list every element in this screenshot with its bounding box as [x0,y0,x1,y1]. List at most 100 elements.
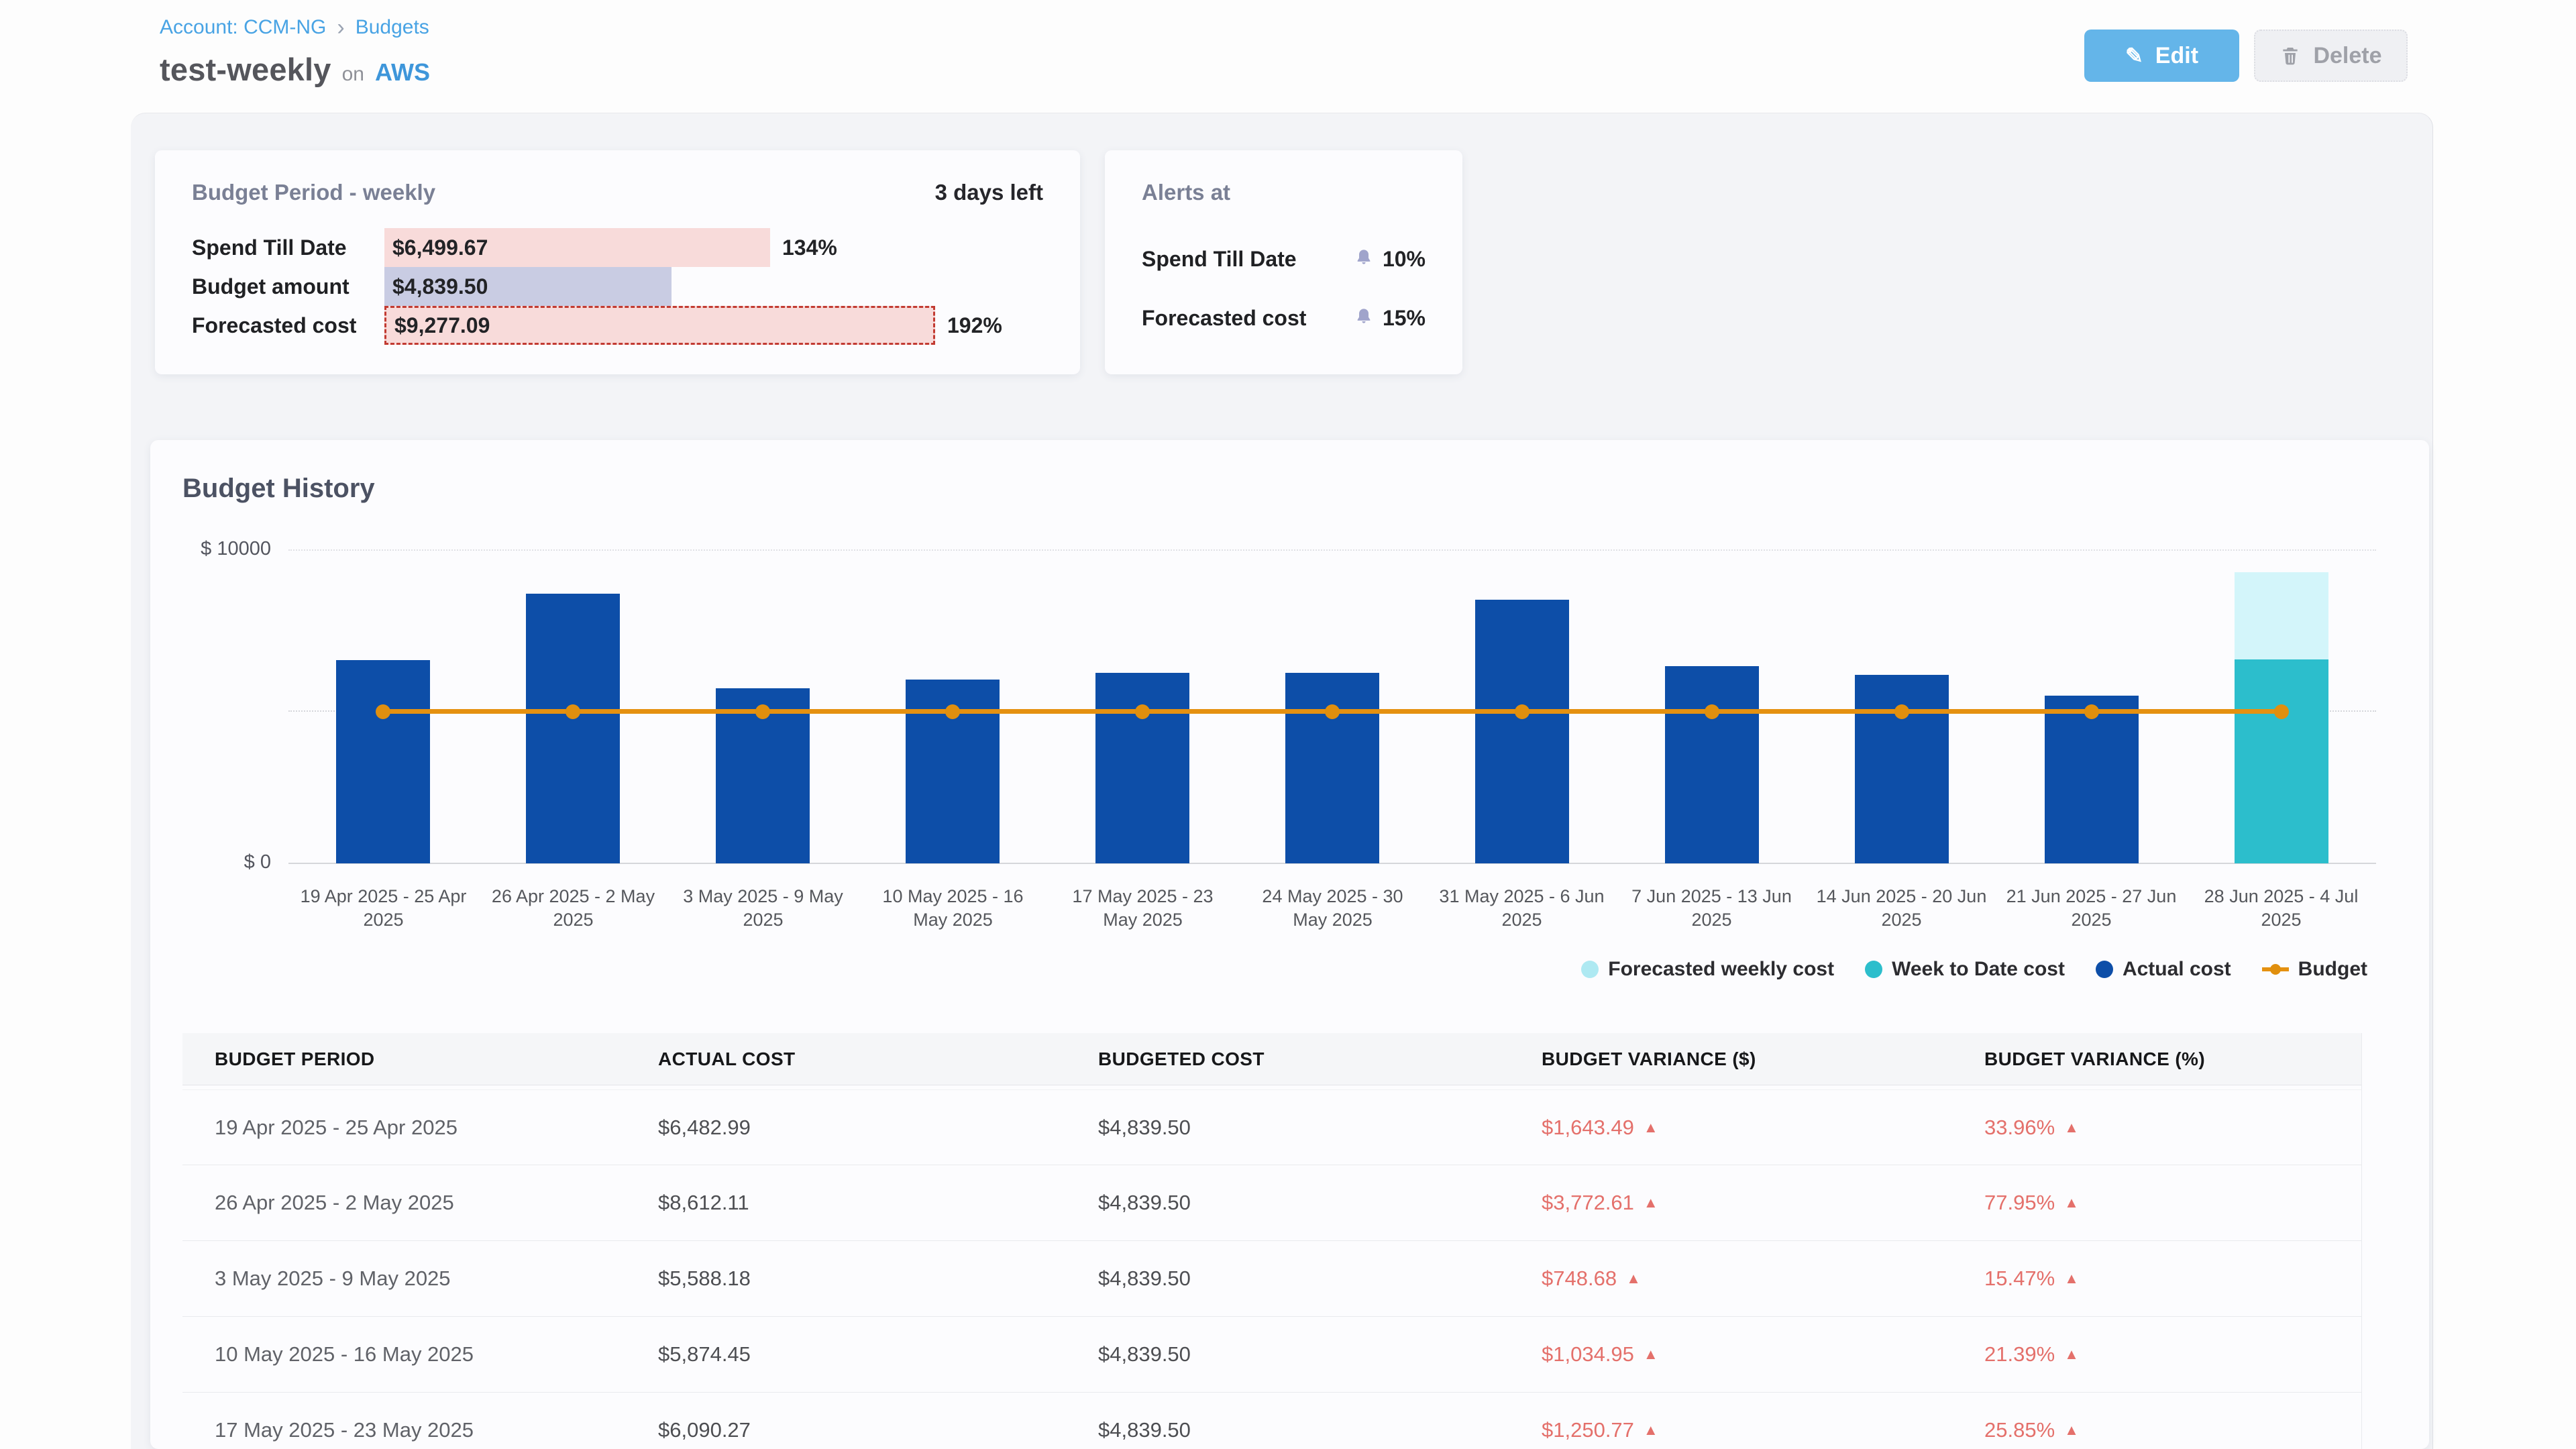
table-body: 19 Apr 2025 - 25 Apr 2025$6,482.99$4,839… [182,1089,2361,1449]
x-axis-category-label: 14 Jun 2025 - 20 Jun 2025 [1813,877,1990,932]
cell-cost: $5,874.45 [626,1342,1066,1366]
budget-line-marker [1705,704,1719,719]
budget-line-marker [1894,704,1909,719]
cell-budget-variance: 25.85%▲ [1952,1418,2361,1442]
variance-up-icon: ▲ [2064,1421,2079,1439]
page-header: Account: CCM-NG › Budgets test-weekly on… [0,0,2576,113]
table-header-row: BUDGET PERIODACTUAL COSTBUDGETED COSTBUD… [182,1033,2361,1085]
cloud-provider-label: AWS [375,58,430,87]
bp-row-label: Forecasted cost [155,306,384,345]
budget-line-marker [755,704,770,719]
variance-up-icon: ▲ [1644,1421,1658,1439]
bar-forecasted-weekly-cost [2235,572,2328,659]
chevron-right-icon: › [337,16,344,39]
variance-up-icon: ▲ [2064,1270,2079,1287]
x-axis-category-label: 3 May 2025 - 9 May 2025 [675,877,851,932]
x-axis-category-label: 28 Jun 2025 - 4 Jul 2025 [2193,877,2369,932]
trash-icon [2279,45,2301,66]
bp-row-value: $4,839.50 [384,274,488,299]
cell-cost: $4,839.50 [1066,1116,1509,1140]
title-connector: on [342,63,364,86]
table-column-header: BUDGET PERIOD [182,1049,626,1070]
table-column-header: BUDGET VARIANCE ($) [1509,1049,1952,1070]
budget-period-rows: Spend Till Date$6,499.67134%Budget amoun… [155,228,1080,345]
table-column-header: BUDGET VARIANCE (%) [1952,1049,2361,1070]
alert-row-spend: Spend Till Date 10% [1142,240,1426,278]
alert-label: Spend Till Date [1142,247,1297,272]
bp-row-bar-spend: $6,499.67 [384,228,770,267]
bar-actual-cost [1665,666,1759,863]
budget-period-row-budget: Budget amount$4,839.50 [155,267,1080,306]
chart-plot-area: 19 Apr 2025 - 25 Apr 202526 Apr 2025 - 2… [288,550,2376,863]
cell-budget-period: 10 May 2025 - 16 May 2025 [182,1342,626,1366]
legend-item-budget[interactable]: Budget [2262,958,2367,981]
legend-dot-icon [1865,961,1882,978]
table-row: 19 Apr 2025 - 25 Apr 2025$6,482.99$4,839… [182,1089,2361,1165]
y-axis-tick-label: $ 10000 [157,538,271,560]
bar-actual-cost [1855,675,1949,863]
breadcrumb-budgets-link[interactable]: Budgets [356,16,429,39]
bp-row-bar-forecast: $9,277.09 [384,306,935,345]
bar-actual-cost [1285,673,1379,863]
edit-button[interactable]: ✎ Edit [2084,30,2239,82]
x-axis-category-label: 26 Apr 2025 - 2 May 2025 [485,877,661,932]
x-axis-category-label: 24 May 2025 - 30 May 2025 [1244,877,1421,932]
budget-detail-page: Account: CCM-NG › Budgets test-weekly on… [0,0,2576,1449]
budget-line-marker [2274,704,2289,719]
legend-label: Week to Date cost [1892,958,2065,981]
legend-item-actual-cost[interactable]: Actual cost [2096,958,2231,981]
variance-up-icon: ▲ [1644,1346,1658,1363]
delete-button-label: Delete [2313,43,2381,69]
x-axis-category-label: 19 Apr 2025 - 25 Apr 2025 [295,877,472,932]
pencil-icon: ✎ [2125,45,2143,66]
cell-cost: $4,839.50 [1066,1418,1509,1442]
table-column-header: ACTUAL COST [626,1049,1066,1070]
budget-history-card: Budget History 19 Apr 2025 - 25 Apr 2025… [150,440,2429,1449]
gridline-top [288,549,2376,551]
cell-budget-period: 26 Apr 2025 - 2 May 2025 [182,1191,626,1215]
variance-up-icon: ▲ [2064,1194,2079,1212]
breadcrumb: Account: CCM-NG › Budgets [160,16,429,39]
alert-label: Forecasted cost [1142,306,1306,331]
variance-up-icon: ▲ [2064,1119,2079,1136]
cell-budget-variance: $1,643.49▲ [1509,1116,1952,1140]
cell-budget-variance: 77.95%▲ [1952,1191,2361,1215]
bp-row-percent: 134% [782,228,837,267]
x-axis-category-label: 10 May 2025 - 16 May 2025 [865,877,1041,932]
cell-cost: $4,839.50 [1066,1342,1509,1366]
bell-icon [1354,248,1373,271]
bell-icon [1354,307,1373,330]
cell-budget-period: 17 May 2025 - 23 May 2025 [182,1418,626,1442]
cell-budget-variance: $1,034.95▲ [1509,1342,1952,1366]
budget-line-marker [566,704,580,719]
variance-up-icon: ▲ [1644,1119,1658,1136]
breadcrumb-account-link[interactable]: Account: CCM-NG [160,16,326,39]
table-row: 26 Apr 2025 - 2 May 2025$8,612.11$4,839.… [182,1165,2361,1241]
cell-cost: $5,588.18 [626,1267,1066,1291]
legend-item-forecasted-weekly-cost[interactable]: Forecasted weekly cost [1581,958,1834,981]
cell-cost: $6,090.27 [626,1418,1066,1442]
cell-budget-period: 3 May 2025 - 9 May 2025 [182,1267,626,1291]
y-axis-tick-label: $ 0 [157,851,271,873]
legend-dot-icon [2096,961,2113,978]
budget-line-marker [2084,704,2099,719]
legend-item-week-to-date-cost[interactable]: Week to Date cost [1865,958,2065,981]
budget-period-row-spend: Spend Till Date$6,499.67134% [155,228,1080,267]
legend-line-marker-icon [2262,961,2289,978]
bar-actual-cost [336,660,430,863]
budget-line-marker [1515,704,1529,719]
page-title: test-weekly [160,51,331,88]
bar-actual-cost [1095,673,1189,863]
edit-button-label: Edit [2155,43,2198,69]
cell-budget-variance: 33.96%▲ [1952,1116,2361,1140]
budget-line-marker [1135,704,1150,719]
alerts-card-title: Alerts at [1142,180,1230,205]
delete-button[interactable]: Delete [2254,30,2408,82]
bp-row-percent: 192% [947,306,1002,345]
bp-row-label: Budget amount [155,267,384,306]
cell-budget-variance: 21.39%▲ [1952,1342,2361,1366]
budget-line-marker [1325,704,1340,719]
budget-period-card: Budget Period - weekly 3 days left Spend… [155,150,1080,374]
chart-legend: Forecasted weekly cost Week to Date cost A… [1581,958,2367,981]
budget-line-marker [945,704,960,719]
